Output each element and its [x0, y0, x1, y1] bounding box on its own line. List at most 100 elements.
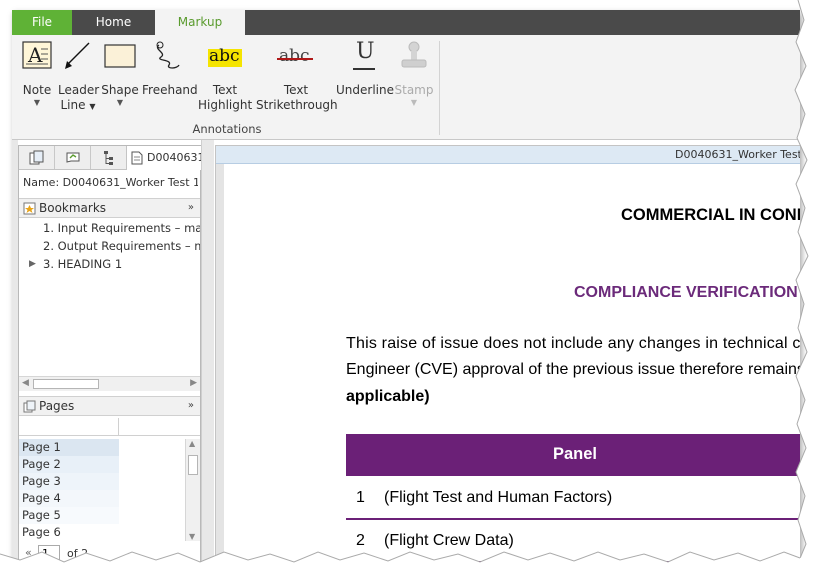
document-heading: COMMERCIAL IN CONFIDENCE — [621, 206, 800, 224]
stamp-button[interactable]: Stamp ▼ — [394, 39, 434, 119]
stamp-label: Stamp — [394, 83, 434, 97]
annotations-group-label: Annotations — [192, 122, 262, 136]
freehand-label: Freehand — [142, 83, 198, 97]
document-name-row: Name: D0040631_Worker Test 1.pdf — [23, 176, 198, 189]
annotation-icon — [66, 152, 80, 163]
note-label: Note — [22, 83, 52, 97]
tab-file[interactable]: File — [12, 10, 72, 35]
paragraph-line: This raise of issue does not include any… — [346, 335, 800, 352]
expand-triangle-icon[interactable]: ▶ — [29, 255, 36, 273]
text-highlight-icon: abc — [205, 39, 245, 75]
bookmark-item[interactable]: ▶ 3. HEADING 1 — [19, 255, 200, 273]
page-list-item[interactable]: Page 5 — [19, 507, 119, 524]
text-strikethrough-label-1: Text — [283, 83, 309, 97]
name-label: Name: — [23, 176, 60, 189]
chevron-down-icon: ▼ — [410, 98, 418, 107]
pages-header[interactable]: Pages » — [19, 396, 200, 416]
collapse-chevron-icon[interactable]: » — [188, 199, 194, 217]
row-text: (Flight Test and Human Factors) — [384, 489, 613, 506]
text-strikethrough-button[interactable]: abc Text Strikethrough — [256, 39, 338, 119]
paragraph-line: Engineer (CVE) approval of the previous … — [346, 361, 800, 378]
bookmarks-horizontal-scrollbar[interactable]: ◀ ▶ — [19, 376, 200, 391]
bookmarks-header[interactable]: Bookmarks » — [19, 198, 200, 218]
bookmarks-list: 1. Input Requirements – manual 2. Output… — [19, 219, 200, 377]
chevron-down-icon: ▼ — [116, 98, 124, 107]
scroll-up-arrow-icon[interactable]: ▲ — [189, 439, 195, 448]
page-list-item[interactable]: Page 3 — [19, 473, 119, 490]
bookmark-item[interactable]: 2. Output Requirements – manual — [19, 237, 200, 255]
page-list-item[interactable]: Page 4 — [19, 490, 119, 507]
shape-label: Shape — [101, 83, 139, 97]
text-highlight-label-2: Highlight — [198, 98, 253, 112]
document-page[interactable]: COMMERCIAL IN CONFIDENCE COMPLIANCE VERI… — [224, 164, 800, 564]
note-button[interactable]: A Note ▼ — [18, 39, 56, 119]
scrollbar-thumb[interactable] — [188, 455, 198, 475]
freehand-icon — [151, 39, 185, 75]
collapse-chevron-icon[interactable]: » — [188, 397, 194, 415]
strike-sample-text: abc — [279, 46, 310, 66]
leader-line-button[interactable]: Leader Line ▼ — [58, 39, 100, 119]
panel-tab-document[interactable]: D0040631_Worker Test 1 — [126, 146, 202, 170]
pages-vertical-scrollbar[interactable]: ▲ ▼ — [185, 439, 200, 541]
scroll-left-arrow-icon[interactable]: ◀ — [22, 378, 29, 388]
chevron-down-icon: ▼ — [89, 102, 96, 111]
ribbon-markup: A Note ▼ Leader Line ▼ Shape ▼ Freehand — [12, 35, 800, 140]
panel-tab-annotations[interactable] — [55, 146, 91, 169]
tree-icon — [104, 151, 113, 165]
tab-home[interactable]: Home — [72, 10, 155, 35]
scrollbar-thumb[interactable] — [33, 379, 99, 389]
document-viewer: D0040631_Worker Test 1.pdf COMMERCIAL IN… — [215, 145, 800, 565]
document-icon — [131, 151, 143, 165]
bookmark-item[interactable]: 1. Input Requirements – manual — [19, 219, 200, 237]
document-title: D0040631_Worker Test 1.pdf — [675, 148, 800, 161]
freehand-button[interactable]: Freehand — [142, 39, 198, 119]
leader-line-label-2: Line ▼ — [58, 98, 98, 114]
pages-grid-header — [19, 418, 200, 436]
name-value: D0040631_Worker Test 1.pdf — [62, 176, 198, 189]
panel-tab-structure[interactable] — [91, 146, 127, 169]
shape-icon — [103, 39, 137, 75]
underline-label: Underline — [336, 83, 394, 97]
navigation-panel: D0040631_Worker Test 1 Name: D0040631_Wo… — [18, 145, 202, 565]
underline-button[interactable]: U Underline — [336, 39, 394, 119]
strike-line — [277, 58, 313, 60]
page-list-item[interactable]: Page 6 — [19, 524, 119, 541]
highlight-sample-text: abc — [209, 46, 240, 66]
bookmarks-icon — [23, 202, 36, 215]
text-highlight-label-1: Text — [212, 83, 238, 97]
bookmark-label: 3. HEADING 1 — [43, 257, 123, 271]
torn-edge-bottom — [0, 551, 818, 582]
text-strikethrough-label-2: Strikethrough — [256, 98, 338, 112]
panel-tab-thumbnails[interactable] — [19, 146, 55, 169]
scroll-down-arrow-icon[interactable]: ▼ — [189, 532, 195, 541]
scroll-right-arrow-icon[interactable]: ▶ — [190, 378, 197, 388]
bookmark-label: 2. Output Requirements – manual — [43, 239, 200, 253]
leader-line-label-1: Leader — [58, 83, 100, 97]
row-number: 1 — [356, 489, 365, 506]
pages-icon — [23, 400, 36, 413]
underline-icon: U — [347, 39, 381, 75]
page-list-item[interactable]: Page 1 — [19, 439, 119, 456]
bookmarks-title: Bookmarks — [39, 201, 107, 215]
document-title-bar: D0040631_Worker Test 1.pdf — [216, 146, 800, 164]
tab-markup[interactable]: Markup — [155, 10, 245, 35]
table-row: 1 (Flight Test and Human Factors) — [346, 478, 800, 520]
table-header-label: Panel — [553, 445, 598, 463]
ribbon-tab-bar: File Home Markup — [12, 10, 800, 35]
page-margin — [216, 164, 224, 564]
underline-sample-text: U — [356, 39, 375, 64]
svg-text:A: A — [27, 43, 43, 67]
table-header: Panel — [346, 434, 800, 476]
note-icon: A — [20, 39, 54, 75]
text-strikethrough-icon: abc — [276, 39, 316, 75]
panel-splitter[interactable] — [201, 140, 214, 565]
torn-edge-right — [794, 0, 818, 582]
paragraph-line-bold: applicable) — [346, 388, 430, 405]
ribbon-separator — [439, 41, 440, 135]
pages-grid-column — [19, 418, 119, 436]
chevron-down-icon: ▼ — [33, 98, 41, 107]
text-highlight-button[interactable]: abc Text Highlight — [198, 39, 252, 119]
shape-button[interactable]: Shape ▼ — [100, 39, 140, 119]
page-list-item[interactable]: Page 2 — [19, 456, 119, 473]
leader-line-label-2-text: Line — [60, 98, 86, 112]
